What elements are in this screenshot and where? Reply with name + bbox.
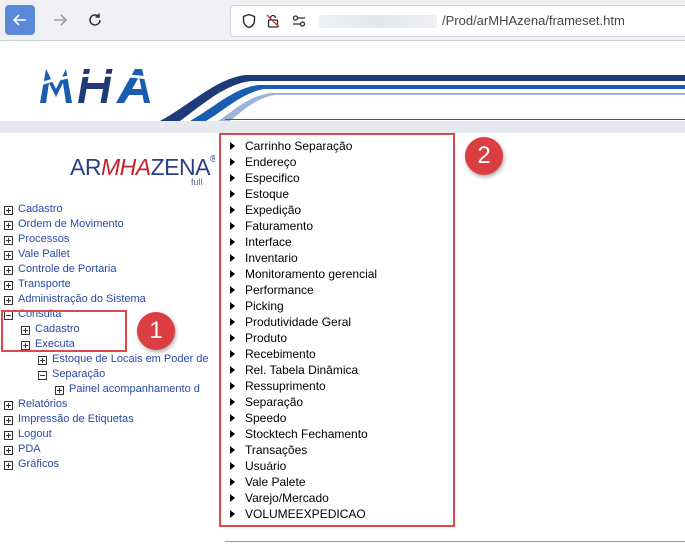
expand-icon[interactable]: [4, 251, 13, 260]
header-red-line: [225, 119, 685, 120]
mha-logo: [38, 69, 159, 103]
tree-item-label[interactable]: Administração do Sistema: [18, 293, 146, 305]
tree-item-label[interactable]: Gráficos: [18, 458, 59, 470]
bottom-divider: [225, 541, 685, 542]
tree-item-label[interactable]: Ordem de Movimento: [18, 218, 124, 230]
url-redacted: [319, 15, 437, 28]
tree-item-label[interactable]: Vale Pallet: [18, 248, 70, 260]
arrow-right-icon: [54, 14, 68, 26]
expand-icon[interactable]: [4, 296, 13, 305]
armhazena-logo-sub: full: [191, 177, 203, 187]
header-swoosh: [160, 75, 685, 121]
expand-icon[interactable]: [38, 356, 47, 365]
reload-button[interactable]: [80, 5, 110, 35]
browser-toolbar: /Prod/arMHAzena/frameset.htm: [0, 0, 685, 41]
expand-icon[interactable]: [4, 281, 13, 290]
expand-icon[interactable]: [4, 401, 13, 410]
tree-item-label[interactable]: PDA: [18, 443, 41, 455]
tree-item-label[interactable]: Processos: [18, 233, 69, 245]
tree-item-label[interactable]: Relatórios: [18, 398, 68, 410]
expand-icon[interactable]: [4, 221, 13, 230]
expand-icon[interactable]: [4, 236, 13, 245]
tree-item-label[interactable]: Estoque de Locais em Poder de: [52, 353, 209, 365]
tree-item-label[interactable]: Painel acompanhamento d: [69, 383, 200, 395]
annotation-badge-2: 2: [465, 137, 503, 175]
forward-button[interactable]: [45, 5, 75, 35]
highlight-box-2: [219, 133, 455, 527]
expand-icon[interactable]: [4, 266, 13, 275]
url-bar[interactable]: /Prod/arMHAzena/frameset.htm: [230, 5, 685, 37]
expand-icon[interactable]: [4, 416, 13, 425]
expand-icon[interactable]: [4, 431, 13, 440]
expand-icon[interactable]: [4, 206, 13, 215]
tree-item-label[interactable]: Impressão de Etiquetas: [18, 413, 134, 425]
tracking-protection-icon[interactable]: [265, 13, 281, 29]
header-divider: [0, 121, 685, 133]
shield-icon[interactable]: [241, 13, 257, 29]
tree-item-label[interactable]: Cadastro: [18, 203, 63, 215]
tree-item-label[interactable]: Separação: [52, 368, 105, 380]
highlight-box-1: [1, 310, 127, 352]
back-button[interactable]: [5, 5, 35, 35]
expand-icon[interactable]: [4, 446, 13, 455]
collapse-icon[interactable]: [38, 371, 47, 380]
expand-icon[interactable]: [4, 461, 13, 470]
tree-item-label[interactable]: Logout: [18, 428, 52, 440]
annotation-badge-1: 1: [137, 312, 175, 350]
expand-icon[interactable]: [55, 386, 64, 395]
tree-item-label[interactable]: Transporte: [18, 278, 71, 290]
reload-icon: [89, 13, 101, 26]
header-frame: [0, 41, 685, 133]
tree-item-label[interactable]: Controle de Portaria: [18, 263, 116, 275]
permissions-icon[interactable]: [291, 13, 307, 29]
url-text: /Prod/arMHAzena/frameset.htm: [442, 13, 625, 28]
arrow-left-icon: [12, 14, 26, 26]
